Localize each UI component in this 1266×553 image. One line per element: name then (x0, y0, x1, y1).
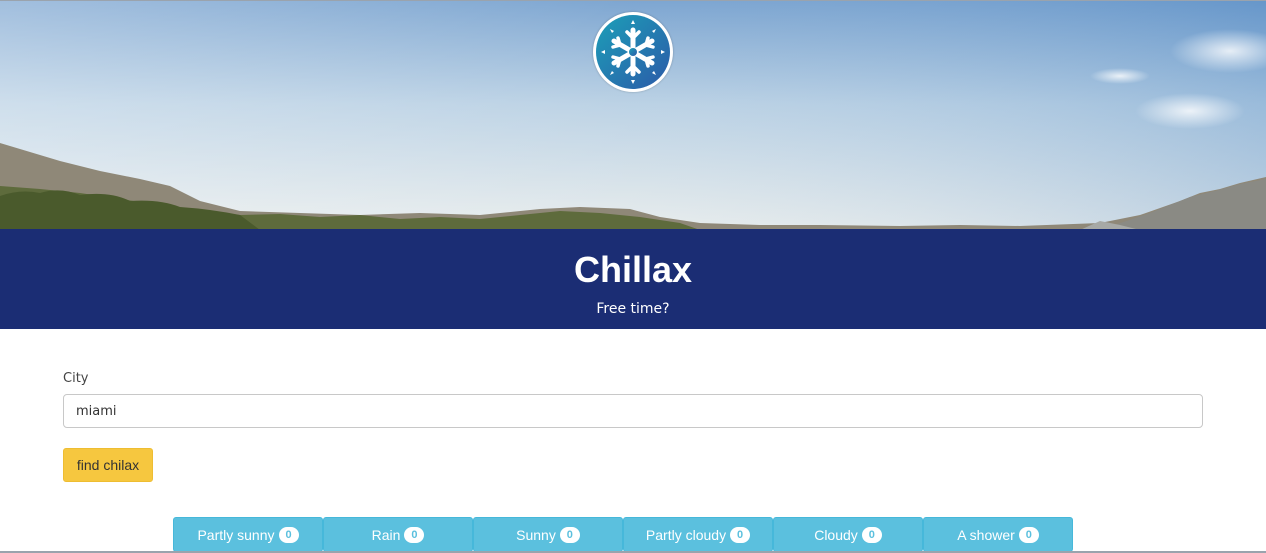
count-badge: 0 (559, 526, 580, 543)
condition-label: Sunny (516, 526, 556, 543)
page-subtitle: Free time? (596, 301, 670, 317)
hero-background (0, 0, 1266, 229)
city-label: City (63, 371, 89, 386)
count-badge: 0 (861, 526, 882, 543)
count-badge: 0 (404, 526, 425, 543)
condition-label: A shower (957, 526, 1015, 543)
condition-tab-cloudy[interactable]: Cloudy 0 (773, 517, 923, 552)
snowflake-icon (596, 15, 670, 89)
count-badge: 0 (278, 526, 299, 543)
condition-label: Cloudy (814, 526, 858, 543)
condition-tab-rain[interactable]: Rain 0 (323, 517, 473, 552)
count-badge: 0 (1018, 526, 1039, 543)
condition-label: Partly cloudy (645, 526, 727, 543)
condition-tab-partly-cloudy[interactable]: Partly cloudy 0 (623, 517, 773, 552)
condition-label: Partly sunny (197, 526, 275, 543)
page-title: Chillax (573, 249, 693, 290)
logo[interactable] (593, 12, 673, 92)
weather-condition-tabs: Partly sunny 0 Rain 0 Sunny 0 Partly clo… (173, 517, 1073, 552)
find-chilax-button[interactable]: find chilax (63, 448, 153, 482)
condition-label: Rain (371, 526, 401, 543)
condition-tab-partly-sunny[interactable]: Partly sunny 0 (173, 517, 323, 552)
header-banner: Chillax Free time? (0, 229, 1266, 329)
count-badge: 0 (730, 526, 751, 543)
city-input[interactable] (63, 394, 1203, 428)
condition-tab-a-shower[interactable]: A shower 0 (923, 517, 1073, 552)
condition-tab-sunny[interactable]: Sunny 0 (473, 517, 623, 552)
